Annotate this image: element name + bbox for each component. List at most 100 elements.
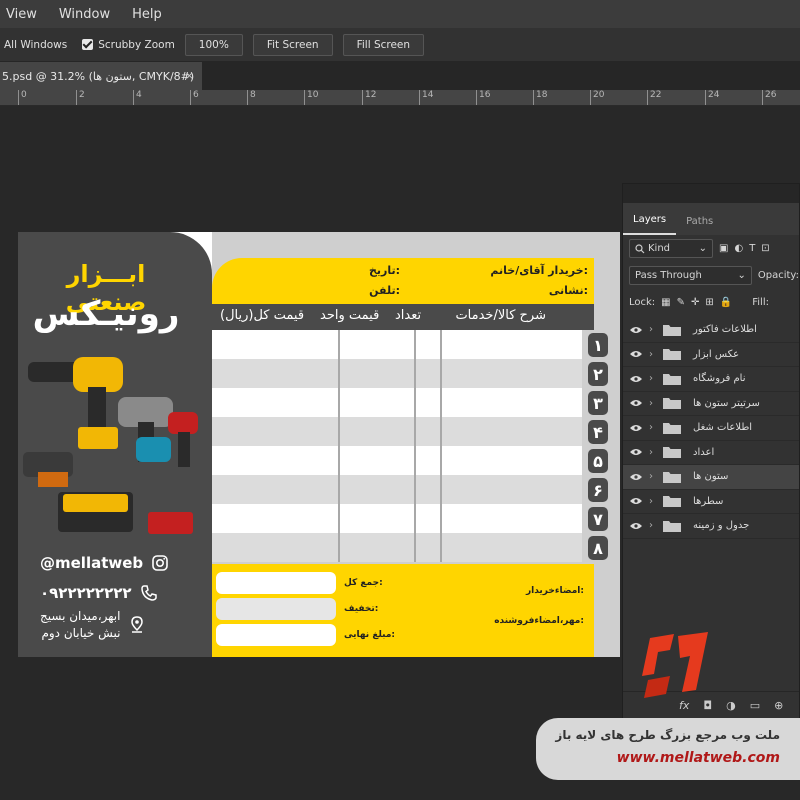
buyer-label: خریدار آقای/خانم: [490, 264, 588, 277]
layer-row-selected[interactable]: › ستون ها [623, 465, 799, 490]
lock-pixels-icon[interactable]: ✎ [677, 297, 685, 308]
layer-row[interactable]: › اطلاعات فاکتور [623, 318, 799, 343]
folder-icon [663, 324, 681, 336]
address-line-1: ابهر،میدان بسیج [40, 609, 121, 623]
table-row [212, 504, 582, 533]
adjustment-layer-icon[interactable]: ◑ [726, 699, 736, 712]
chevron-right-icon[interactable]: › [649, 324, 659, 335]
chevron-right-icon[interactable]: › [649, 398, 659, 409]
chevron-right-icon[interactable]: › [649, 496, 659, 507]
horizontal-ruler[interactable]: 0 2 4 6 8 10 12 14 16 18 20 22 24 26 [0, 90, 800, 106]
eye-icon[interactable] [623, 375, 649, 383]
phone-icon [140, 585, 157, 601]
close-tab-icon[interactable]: × [185, 69, 194, 82]
eye-icon[interactable] [623, 350, 649, 358]
document-tab[interactable]: 5.psd @ 31.2% (ستون ها, CMYK/8#) × [0, 62, 202, 90]
document-tab-title: 5.psd @ 31.2% (ستون ها, CMYK/8#) [2, 69, 195, 83]
image-filter-icon[interactable]: ▣ [719, 243, 728, 254]
shape-filter-icon[interactable]: ⊡ [761, 243, 769, 254]
layer-name: اطلاعات شغل [693, 422, 753, 434]
layers-panel-tabs: Layers Paths [623, 203, 799, 235]
ruler-tick: 24 [705, 90, 719, 105]
phone-contact: ۰۹۲۲۲۲۲۲۲۲ [40, 584, 158, 602]
layer-name: جدول و زمینه [693, 520, 750, 532]
kind-filter-dropdown[interactable]: Kind ⌄ [629, 239, 713, 258]
scrubby-zoom-checkbox[interactable] [82, 39, 94, 50]
layer-row[interactable]: › نام فروشگاه [623, 367, 799, 392]
lock-position-icon[interactable]: ✛ [691, 297, 699, 308]
lock-artboard-icon[interactable]: ⊞ [705, 297, 713, 308]
fill-label: Fill: [752, 297, 769, 308]
menu-help[interactable]: Help [130, 7, 164, 22]
discount-field [216, 598, 336, 620]
fill-screen-button[interactable]: Fill Screen [342, 33, 425, 56]
watermark-tagline: ملت وب مرجع بزرگ طرح های لایه باز [555, 728, 780, 742]
layer-row[interactable]: › جدول و زمینه [623, 514, 799, 539]
layer-row[interactable]: › سرتیتر ستون ها [623, 392, 799, 416]
ruler-tick: 8 [247, 90, 256, 105]
folder-icon [663, 373, 681, 385]
final-amount-label: مبلغ نهایی: [344, 630, 395, 640]
zoom-100-button[interactable]: 100% [184, 33, 243, 56]
all-windows-label[interactable]: All Windows [4, 39, 67, 51]
table-row [212, 417, 582, 446]
chevron-right-icon[interactable]: › [649, 349, 659, 360]
eye-icon[interactable] [623, 448, 649, 456]
document-canvas[interactable]: ابـــزار صنعتی رونیـکس @mellatweb ۰۹۲۲۲۲… [18, 232, 620, 657]
layer-filter-row: Kind ⌄ ▣ ◐ T ⊡ [623, 235, 799, 262]
instagram-icon [152, 555, 168, 571]
ruler-tick: 10 [304, 90, 318, 105]
menu-view[interactable]: View [4, 7, 39, 22]
folder-icon [663, 496, 681, 508]
eye-icon[interactable] [623, 497, 649, 505]
column-divider [440, 330, 442, 562]
tab-paths[interactable]: Paths [676, 216, 723, 235]
address-label: نشانی: [548, 284, 588, 297]
brand-name: رونیـکس [32, 294, 180, 334]
tab-layers[interactable]: Layers [623, 214, 677, 235]
folder-icon [663, 520, 681, 532]
col-description: شرح کالا/خدمات [455, 308, 546, 323]
buyer-signature-label: امضاءخریدار: [525, 586, 584, 596]
type-filter-icon[interactable]: T [749, 243, 755, 254]
new-layer-icon[interactable]: ⊕ [774, 699, 783, 712]
chevron-right-icon[interactable]: › [649, 373, 659, 384]
new-group-icon[interactable]: ▭ [750, 699, 760, 712]
ruler-tick: 6 [190, 90, 199, 105]
chevron-right-icon[interactable]: › [649, 471, 659, 482]
menu-window[interactable]: Window [57, 7, 112, 22]
fit-screen-button[interactable]: Fit Screen [252, 33, 333, 56]
ruler-tick: 20 [590, 90, 604, 105]
ruler-tick: 0 [18, 90, 27, 105]
eye-icon[interactable] [623, 424, 649, 432]
layer-row[interactable]: › عکس ابزار [623, 343, 799, 367]
layer-row[interactable]: › اعداد [623, 441, 799, 465]
ruler-tick: 12 [362, 90, 376, 105]
layers-panel-titlebar[interactable] [623, 184, 799, 203]
layer-row[interactable]: › اطلاعات شغل [623, 416, 799, 441]
ruler-tick: 18 [533, 90, 547, 105]
col-unit-price: قیمت واحد [320, 308, 380, 323]
blend-mode-dropdown[interactable]: Pass Through ⌄ [629, 266, 752, 285]
chevron-right-icon[interactable]: › [649, 447, 659, 458]
layer-name: اطلاعات فاکتور [693, 324, 757, 336]
eye-icon[interactable] [623, 326, 649, 334]
table-body [212, 330, 582, 562]
kind-filter-label: Kind [648, 243, 671, 254]
sum-field [216, 572, 336, 594]
chevron-right-icon[interactable]: › [649, 520, 659, 531]
eye-icon[interactable] [623, 399, 649, 407]
scrubby-zoom-label: Scrubby Zoom [98, 38, 175, 51]
lock-transparent-icon[interactable]: ▦ [661, 297, 670, 308]
scrubby-zoom-option[interactable]: Scrubby Zoom [82, 39, 175, 51]
eye-icon[interactable] [623, 473, 649, 481]
layer-row[interactable]: › سطرها [623, 490, 799, 514]
power-tools-image [23, 357, 198, 534]
adjustment-filter-icon[interactable]: ◐ [734, 243, 743, 254]
chevron-right-icon[interactable]: › [649, 422, 659, 433]
row-number: ۱ [588, 333, 608, 357]
ruler-tick: 22 [647, 90, 661, 105]
lock-all-icon[interactable]: 🔒 [720, 297, 732, 308]
lock-row: Lock: ▦ ✎ ✛ ⊞ 🔒 Fill: [623, 289, 799, 316]
eye-icon[interactable] [623, 522, 649, 530]
